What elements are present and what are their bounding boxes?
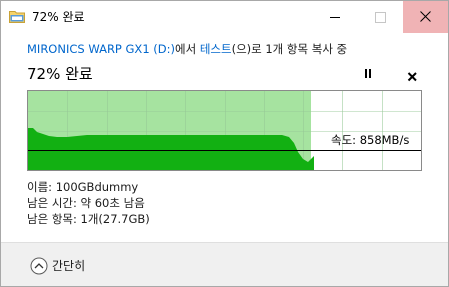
copy-connector-from: 에서 [175,42,200,56]
close-icon [407,72,417,82]
throughput-graph [27,90,422,171]
items-remaining: 남은 항목: 1개(27.7GB) [27,212,150,226]
collapse-details-toggle[interactable]: 간단히 [52,257,85,275]
minimize-button[interactable] [313,1,358,33]
source-link[interactable]: MIRONICS WARP GX1 (D:) [27,42,175,56]
window-close-button[interactable] [403,1,448,33]
maximize-button[interactable] [358,1,403,33]
pause-button[interactable] [361,68,375,80]
window-title: 72% 완료 [32,10,85,24]
time-remaining: 남은 시간: 약 60초 남음 [27,196,145,210]
pause-icon [365,69,367,78]
destination-link[interactable]: 테스트 [200,42,232,56]
progress-percent: 72% 완료 [27,65,93,83]
copy-dialog: 72% 완료 MIRONICS WARP GX1 (D:)에서 테스트(으)로 … [0,0,449,287]
folder-icon [9,11,25,23]
maximize-icon [375,12,386,23]
copy-connector-to: (으)로 1개 항목 복사 중 [231,42,348,56]
cancel-button[interactable] [406,68,419,82]
minimize-icon [330,17,340,18]
window-close-icon [420,11,431,22]
file-name: 이름: 100GBdummy [27,180,139,194]
pause-icon-bar [369,69,371,78]
title-bar: 72% 완료 [1,1,448,33]
speed-label: 속도: 858MB/s [331,133,410,147]
chevron-up-circle-icon[interactable] [30,257,48,275]
copy-description: MIRONICS WARP GX1 (D:)에서 테스트(으)로 1개 항목 복… [27,41,347,57]
footer: 간단히 [1,242,448,286]
